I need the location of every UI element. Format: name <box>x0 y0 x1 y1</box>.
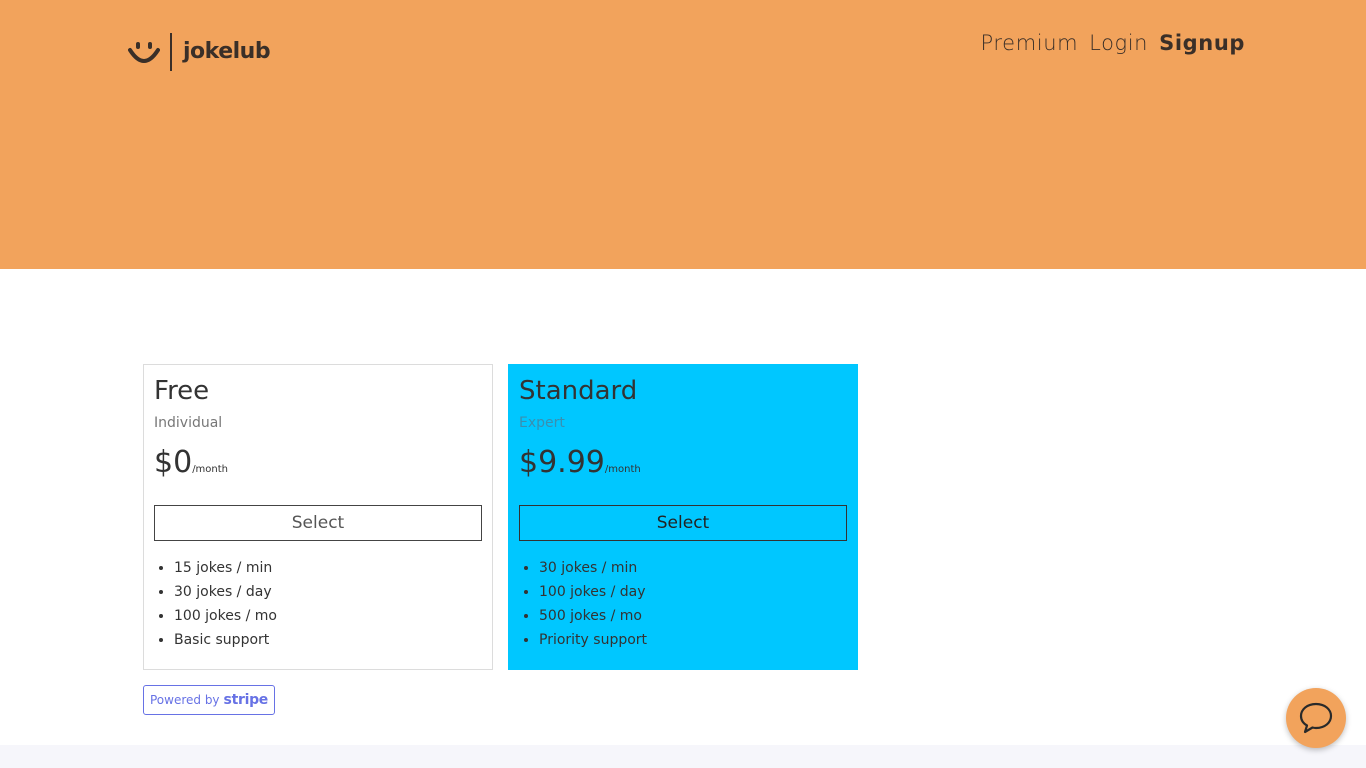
smile-icon <box>128 42 160 63</box>
hero-banner: jokelub Premium Login Signup <box>0 0 1366 269</box>
plan-tier: Individual <box>154 415 223 431</box>
logo-divider <box>170 33 172 71</box>
feature-item: 15 jokes / min <box>174 556 482 580</box>
price-period: /month <box>192 464 229 475</box>
feature-item: 500 jokes / mo <box>539 604 847 628</box>
feature-item: Priority support <box>539 628 847 652</box>
price-amount: $9.99 <box>519 445 605 480</box>
plan-name: Standard <box>519 376 638 406</box>
plan-tier: Expert <box>519 415 565 431</box>
footer-band <box>0 745 1366 768</box>
nav-login-link[interactable]: Login <box>1089 31 1148 55</box>
chat-bubble-icon <box>1299 702 1333 734</box>
feature-item: 30 jokes / min <box>539 556 847 580</box>
feature-item: Basic support <box>174 628 482 652</box>
powered-by-stripe-badge[interactable]: Powered by stripe <box>143 685 275 715</box>
nav-premium-link[interactable]: Premium <box>981 31 1079 55</box>
feature-item: 100 jokes / mo <box>174 604 482 628</box>
feature-item: 30 jokes / day <box>174 580 482 604</box>
top-nav: Premium Login Signup <box>981 31 1245 55</box>
stripe-powered-text: Powered by <box>149 693 220 707</box>
chat-launcher-button[interactable] <box>1286 688 1346 748</box>
select-standard-button[interactable]: Select <box>519 505 847 541</box>
plan-price: $9.99 /month <box>519 445 847 480</box>
pricing-plans: Free Individual $0 /month Select 15 joke… <box>143 364 858 670</box>
logo-link[interactable]: jokelub <box>128 33 271 71</box>
stripe-logo-text: stripe <box>223 692 269 708</box>
nav-signup-link[interactable]: Signup <box>1159 31 1245 55</box>
logo-text: jokelub <box>183 38 271 64</box>
plan-price: $0 /month <box>154 445 482 480</box>
feature-list: 30 jokes / min 100 jokes / day 500 jokes… <box>519 556 847 652</box>
plan-card-standard: Standard Expert $9.99 /month Select 30 j… <box>508 364 858 670</box>
price-amount: $0 <box>154 445 193 480</box>
feature-item: 100 jokes / day <box>539 580 847 604</box>
feature-list: 15 jokes / min 30 jokes / day 100 jokes … <box>154 556 482 652</box>
plan-name: Free <box>154 376 210 406</box>
price-period: /month <box>604 464 641 475</box>
select-free-button[interactable]: Select <box>154 505 482 541</box>
plan-card-free: Free Individual $0 /month Select 15 joke… <box>143 364 493 670</box>
